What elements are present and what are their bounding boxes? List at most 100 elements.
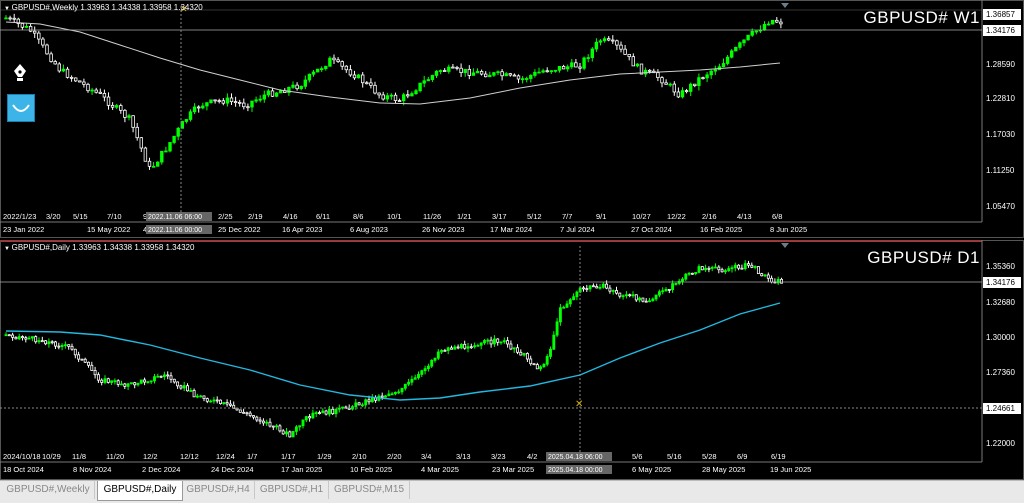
candle-body: [78, 80, 82, 83]
current-price-label: 1.34176: [986, 278, 1015, 287]
candle-body: [737, 264, 741, 269]
candle-body: [668, 83, 672, 86]
candle-body: [298, 425, 302, 428]
weekly-header: ▼ GBPUSD#,Weekly 1.33963 1.34338 1.33958…: [4, 3, 203, 12]
weekly-chart-canvas[interactable]: 1.36857 1.34176 1.28590 1.22810 1.17030 1.112…: [0, 0, 1024, 238]
tab-h4[interactable]: GBPUSD#,H4: [182, 481, 255, 499]
grid-date-label: 1/7: [247, 452, 257, 461]
candle-body: [447, 66, 451, 72]
candle-body: [762, 24, 767, 31]
daily-chart-canvas[interactable]: 1.35360 1.34176 1.32680 1.30000 1.27360 1.246…: [0, 240, 1024, 480]
grid-date-label: 7/7: [562, 212, 572, 221]
candle-body: [237, 101, 242, 104]
candle-body: [393, 392, 397, 395]
candle-body: [166, 374, 170, 377]
price-label: 1.28590: [986, 60, 1015, 69]
shift-marker-icon: [781, 243, 789, 248]
tab-h1[interactable]: GBPUSD#,H1: [255, 481, 329, 499]
candle-body: [40, 340, 44, 343]
candle-body: [110, 380, 114, 383]
weekly-chart-panel[interactable]: 1.36857 1.34176 1.28590 1.22810 1.17030 1.112…: [0, 0, 1024, 238]
candle-body: [519, 351, 523, 356]
candle-body: [20, 23, 25, 28]
daily-chart-panel[interactable]: 1.35360 1.34176 1.32680 1.30000 1.27360 1.246…: [0, 240, 1024, 480]
tab-daily[interactable]: GBPUSD#,Daily: [97, 481, 183, 501]
candle-body: [248, 412, 252, 416]
candle-body: [608, 287, 612, 292]
candle-body: [315, 68, 320, 73]
grid-date-label: 6/9: [737, 452, 747, 461]
candle-body: [261, 420, 265, 424]
candle-body: [67, 344, 71, 347]
candle-body: [676, 91, 681, 98]
candle-body: [730, 267, 734, 270]
candle-body: [750, 264, 754, 268]
candle-body: [661, 290, 665, 293]
candle-body: [215, 399, 219, 402]
candle-body: [127, 115, 131, 118]
candle-body: [545, 70, 549, 73]
grid-date-label: 4/13: [737, 212, 752, 221]
candle-body: [258, 419, 262, 422]
candle-body: [687, 272, 691, 275]
candle-body: [126, 383, 130, 387]
candle-body: [24, 337, 28, 340]
candle-body: [704, 267, 708, 271]
candle-body: [684, 273, 688, 280]
candle-body: [14, 336, 18, 340]
candle-body: [262, 94, 266, 100]
candle-body: [561, 66, 566, 70]
candle-body: [176, 381, 180, 387]
candle-body: [417, 374, 420, 379]
time-axis-label: 28 May 2025: [702, 465, 745, 474]
candle-body: [760, 273, 764, 277]
candle-body: [471, 72, 476, 76]
candle-body: [336, 59, 340, 62]
candle-body: [738, 42, 742, 48]
tab-weekly[interactable]: GBPUSD#,Weekly: [2, 481, 95, 499]
candle-body: [156, 375, 160, 378]
candle-body: [656, 72, 660, 79]
smile-curve-icon[interactable]: [7, 94, 35, 122]
grid-date-label: 3/13: [456, 452, 471, 461]
time-axis-label: 8 Nov 2024: [73, 465, 111, 474]
candle-body: [100, 379, 104, 383]
candle-body: [504, 73, 508, 77]
candle-body: [33, 30, 37, 34]
grid-date-label: 10/27: [632, 212, 651, 221]
pen-tool-icon[interactable]: [11, 62, 29, 84]
candle-body: [242, 411, 246, 414]
candle-body: [103, 378, 107, 383]
candle-body: [588, 285, 592, 290]
candle-body: [21, 336, 24, 339]
candle-body: [585, 288, 589, 290]
candle-body: [410, 378, 414, 383]
candle-body: [164, 150, 168, 153]
candle-body: [638, 297, 642, 301]
candle-body: [380, 395, 384, 398]
candle-body: [742, 39, 746, 44]
candle-body: [212, 399, 216, 402]
candle-body: [268, 421, 272, 427]
candle-body: [195, 395, 199, 398]
candle-body: [479, 71, 484, 75]
candle-body: [418, 82, 422, 92]
candle-body: [713, 69, 717, 72]
candle-body: [572, 296, 576, 301]
candle-body: [278, 425, 282, 432]
candle-body: [611, 39, 615, 42]
candle-body: [80, 358, 84, 361]
candle-body: [406, 94, 410, 97]
candle-body: [17, 336, 21, 340]
candle-body: [512, 74, 517, 77]
candle-body: [459, 343, 463, 349]
grid-date-label: 12/2: [143, 452, 158, 461]
candle-body: [520, 78, 525, 81]
candle-body: [63, 344, 67, 347]
candle-body: [113, 380, 117, 383]
candle-body: [483, 73, 488, 78]
candle-body: [689, 83, 693, 92]
grid-date-label: 12/24: [216, 452, 235, 461]
tab-m15[interactable]: GBPUSD#,M15: [329, 481, 410, 499]
price-label: 1.22810: [986, 94, 1015, 103]
